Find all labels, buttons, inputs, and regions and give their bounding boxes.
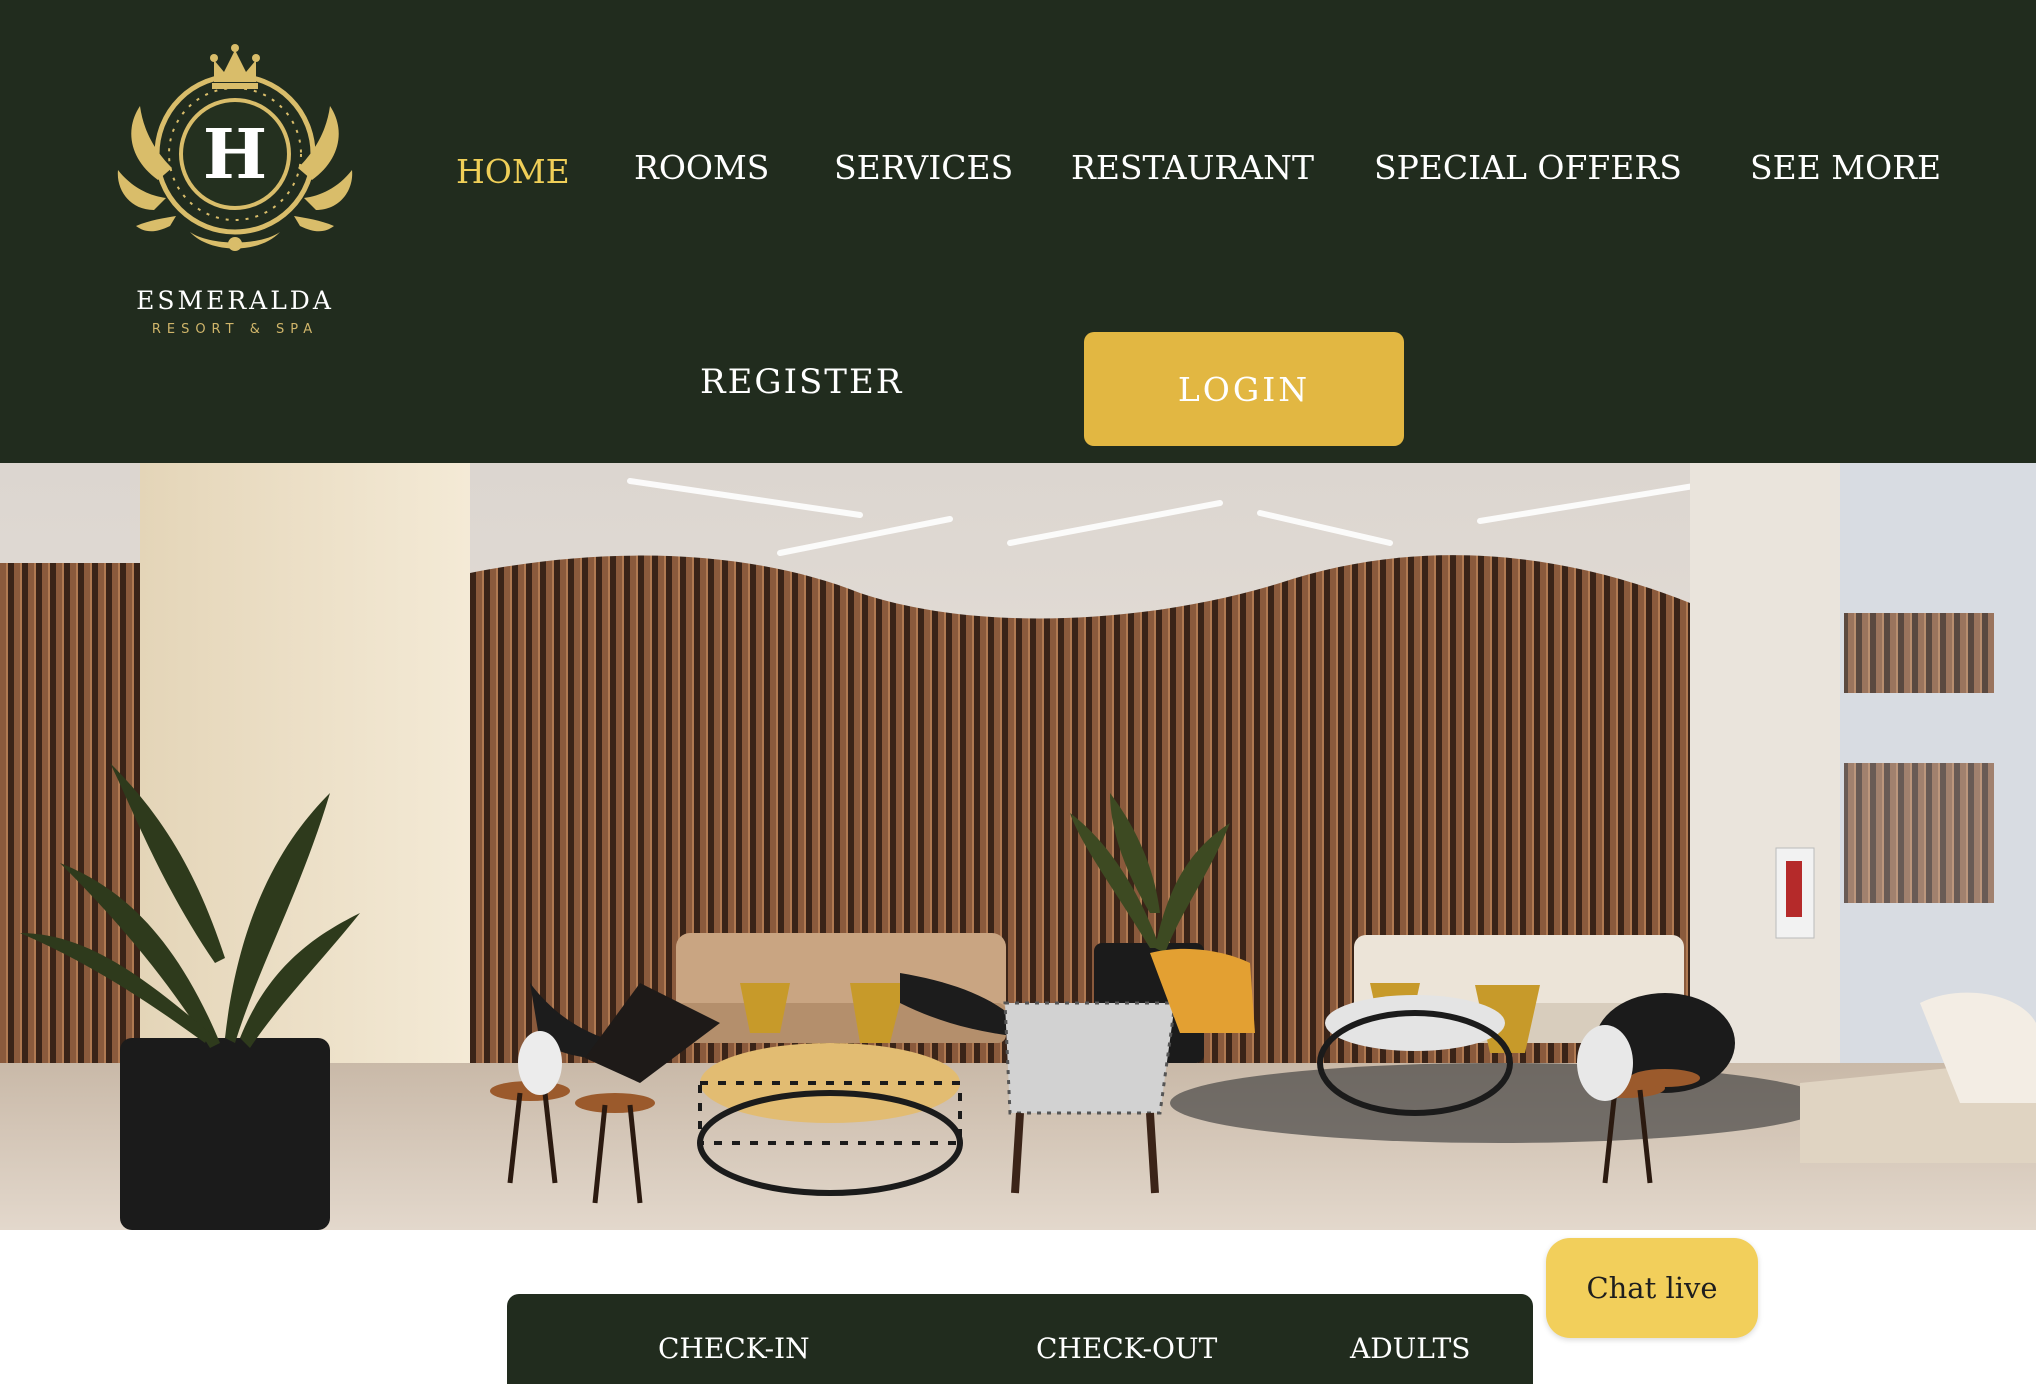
nav-services[interactable]: SERVICES <box>834 148 1013 187</box>
check-in-label[interactable]: CHECK-IN <box>658 1332 810 1365</box>
check-out-label[interactable]: CHECK-OUT <box>1036 1332 1217 1365</box>
chat-live-button[interactable]: Chat live <box>1546 1238 1758 1338</box>
site-header: H ESMERALDA RESORT & SPA HOME ROOMS SERV… <box>0 0 2036 463</box>
crest-icon: H <box>117 44 353 251</box>
brand-tagline: RESORT & SPA <box>151 322 319 337</box>
nav-restaurant[interactable]: RESTAURANT <box>1071 148 1314 187</box>
nav-see-more[interactable]: SEE MORE <box>1750 148 1941 187</box>
nav-rooms[interactable]: ROOMS <box>634 148 769 187</box>
login-button[interactable]: LOGIN <box>1084 332 1404 446</box>
nav-home[interactable]: HOME <box>456 152 570 191</box>
brand-logo[interactable]: H ESMERALDA RESORT & SPA <box>110 20 360 337</box>
hero-lobby-image <box>0 463 2036 1230</box>
brand-name: ESMERALDA <box>136 286 334 315</box>
logo-monogram: H <box>203 115 267 195</box>
nav-special-offers[interactable]: SPECIAL OFFERS <box>1374 148 1682 187</box>
adults-label[interactable]: ADULTS <box>1350 1332 1470 1365</box>
lobby-photo <box>0 463 2036 1230</box>
register-link[interactable]: REGISTER <box>700 362 903 402</box>
booking-bar: CHECK-IN CHECK-OUT ADULTS <box>507 1294 1533 1384</box>
